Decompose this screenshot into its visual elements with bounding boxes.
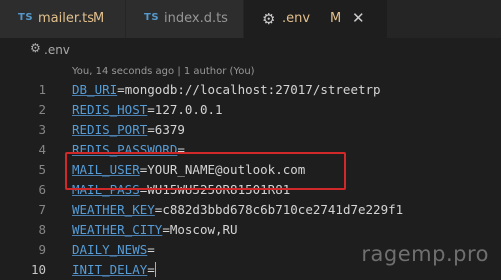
line-number: 10	[30, 262, 46, 277]
env-key: INIT_DELAY	[72, 262, 148, 277]
env-value: mongodb://localhost:27017/streetrp	[124, 82, 381, 97]
code-line[interactable]: 1 DB_URI=mongodb://localhost:27017/stree…	[0, 80, 501, 100]
code-text: WEATHER_KEY=c882d3bbd678c6b710ce2741d7e2…	[72, 202, 404, 217]
line-number: 8	[38, 222, 46, 237]
code-line[interactable]: 3 REDIS_PORT=6379	[0, 120, 501, 140]
highlight-annotation-box	[65, 152, 346, 190]
env-key: WEATHER_CITY	[72, 222, 163, 237]
env-key: DB_URI	[72, 82, 118, 97]
line-number: 1	[38, 82, 46, 97]
modified-indicator: M	[330, 11, 342, 26]
close-icon[interactable]: ✕	[352, 9, 365, 27]
blame-codelens[interactable]: You, 14 seconds ago | 1 author (You)	[72, 66, 255, 77]
typescript-icon: TS	[18, 12, 34, 23]
tab-index-d-ts[interactable]: TS index.d.ts	[126, 0, 244, 38]
breadcrumb: ⚙ .env	[0, 38, 501, 62]
env-key: REDIS_HOST	[72, 102, 148, 117]
code-line[interactable]: 2 REDIS_HOST=127.0.0.1	[0, 100, 501, 120]
line-number: 6	[38, 182, 46, 197]
code-text: REDIS_HOST=127.0.0.1	[72, 102, 223, 117]
tab-label: .env	[282, 11, 311, 26]
code-text: DB_URI=mongodb://localhost:27017/streetr…	[72, 82, 381, 97]
env-key: WEATHER_KEY	[72, 202, 155, 217]
code-text: INIT_DELAY=	[72, 262, 156, 277]
env-value: c882d3bbd678c6b710ce2741d7e229f1	[162, 202, 404, 217]
line-number: 2	[38, 102, 46, 117]
tab-label: index.d.ts	[164, 11, 228, 26]
env-key: DAILY_NEWS	[72, 242, 148, 257]
code-text: REDIS_PORT=6379	[72, 122, 185, 137]
env-value: 127.0.0.1	[154, 102, 223, 117]
gear-icon: ⚙	[30, 41, 41, 55]
gear-icon: ⚙	[262, 10, 276, 28]
code-line[interactable]: 8 WEATHER_CITY=Moscow,RU	[0, 220, 501, 240]
code-text: WEATHER_CITY=Moscow,RU	[72, 222, 238, 237]
code-line[interactable]: 7 WEATHER_KEY=c882d3bbd678c6b710ce2741d7…	[0, 200, 501, 220]
line-number: 9	[38, 242, 46, 257]
env-value: 6379	[154, 122, 185, 137]
modified-indicator: M	[93, 11, 105, 26]
watermark: ragemp.pro	[361, 242, 489, 266]
line-number: 4	[38, 142, 46, 157]
line-number: 3	[38, 122, 46, 137]
typescript-icon: TS	[144, 12, 160, 23]
tab-env[interactable]: ⚙ .env M ✕	[244, 0, 388, 38]
text-cursor	[154, 262, 156, 277]
code-text: DAILY_NEWS=	[72, 242, 155, 257]
tab-bar: TS mailer.ts M TS index.d.ts ⚙ .env M ✕	[0, 0, 501, 38]
line-number: 5	[38, 162, 46, 177]
line-number: 7	[38, 202, 46, 217]
env-value: Moscow,RU	[169, 222, 238, 237]
tab-mailer-ts[interactable]: TS mailer.ts M	[0, 0, 126, 38]
tab-label: mailer.ts	[38, 11, 95, 26]
env-key: REDIS_PORT	[72, 122, 148, 137]
breadcrumb-item-env[interactable]: .env	[44, 43, 70, 57]
editor-window: TS mailer.ts M TS index.d.ts ⚙ .env M ✕ …	[0, 0, 501, 280]
